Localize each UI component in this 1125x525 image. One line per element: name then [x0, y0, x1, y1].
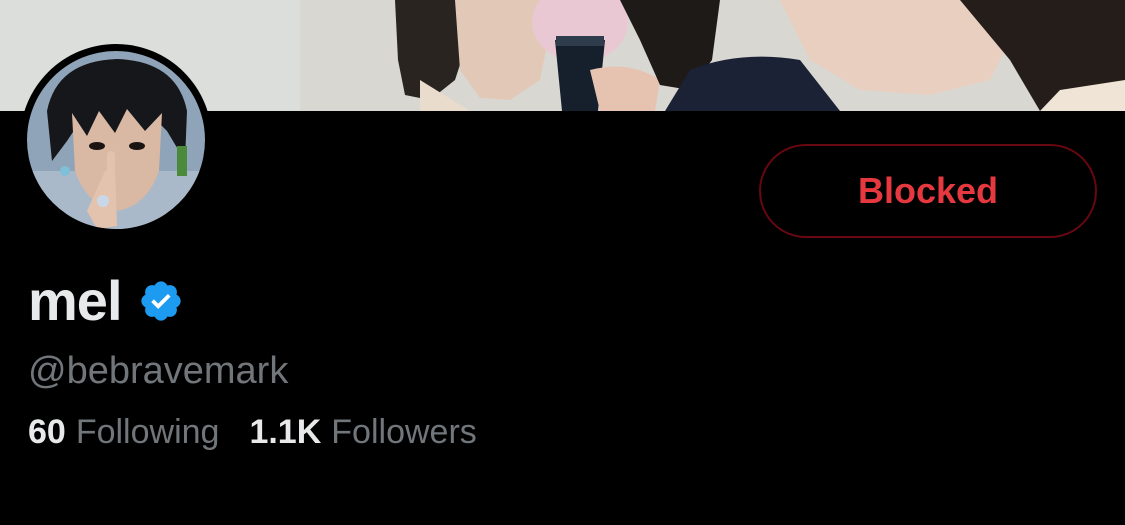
followers-count: 1.1K [249, 413, 322, 451]
profile-header: Blocked mel @bebravemark 60 Following 1.… [0, 0, 1125, 525]
profile-handle: @bebravemark [28, 350, 289, 392]
followers-link[interactable]: 1.1K Followers [249, 408, 476, 456]
avatar[interactable] [20, 44, 212, 236]
display-name: mel [28, 269, 122, 332]
following-link[interactable]: 60 Following [28, 408, 219, 456]
followers-label: Followers [331, 413, 477, 451]
following-label: Following [75, 413, 220, 451]
display-name-row: mel [28, 268, 184, 334]
avatar-photo [27, 51, 205, 229]
following-count: 60 [28, 413, 66, 451]
verified-badge-icon[interactable] [138, 278, 184, 324]
profile-stats: 60 Following 1.1K Followers [28, 408, 507, 456]
blocked-button-label: Blocked [857, 170, 999, 211]
blocked-button[interactable]: Blocked [759, 144, 1097, 238]
